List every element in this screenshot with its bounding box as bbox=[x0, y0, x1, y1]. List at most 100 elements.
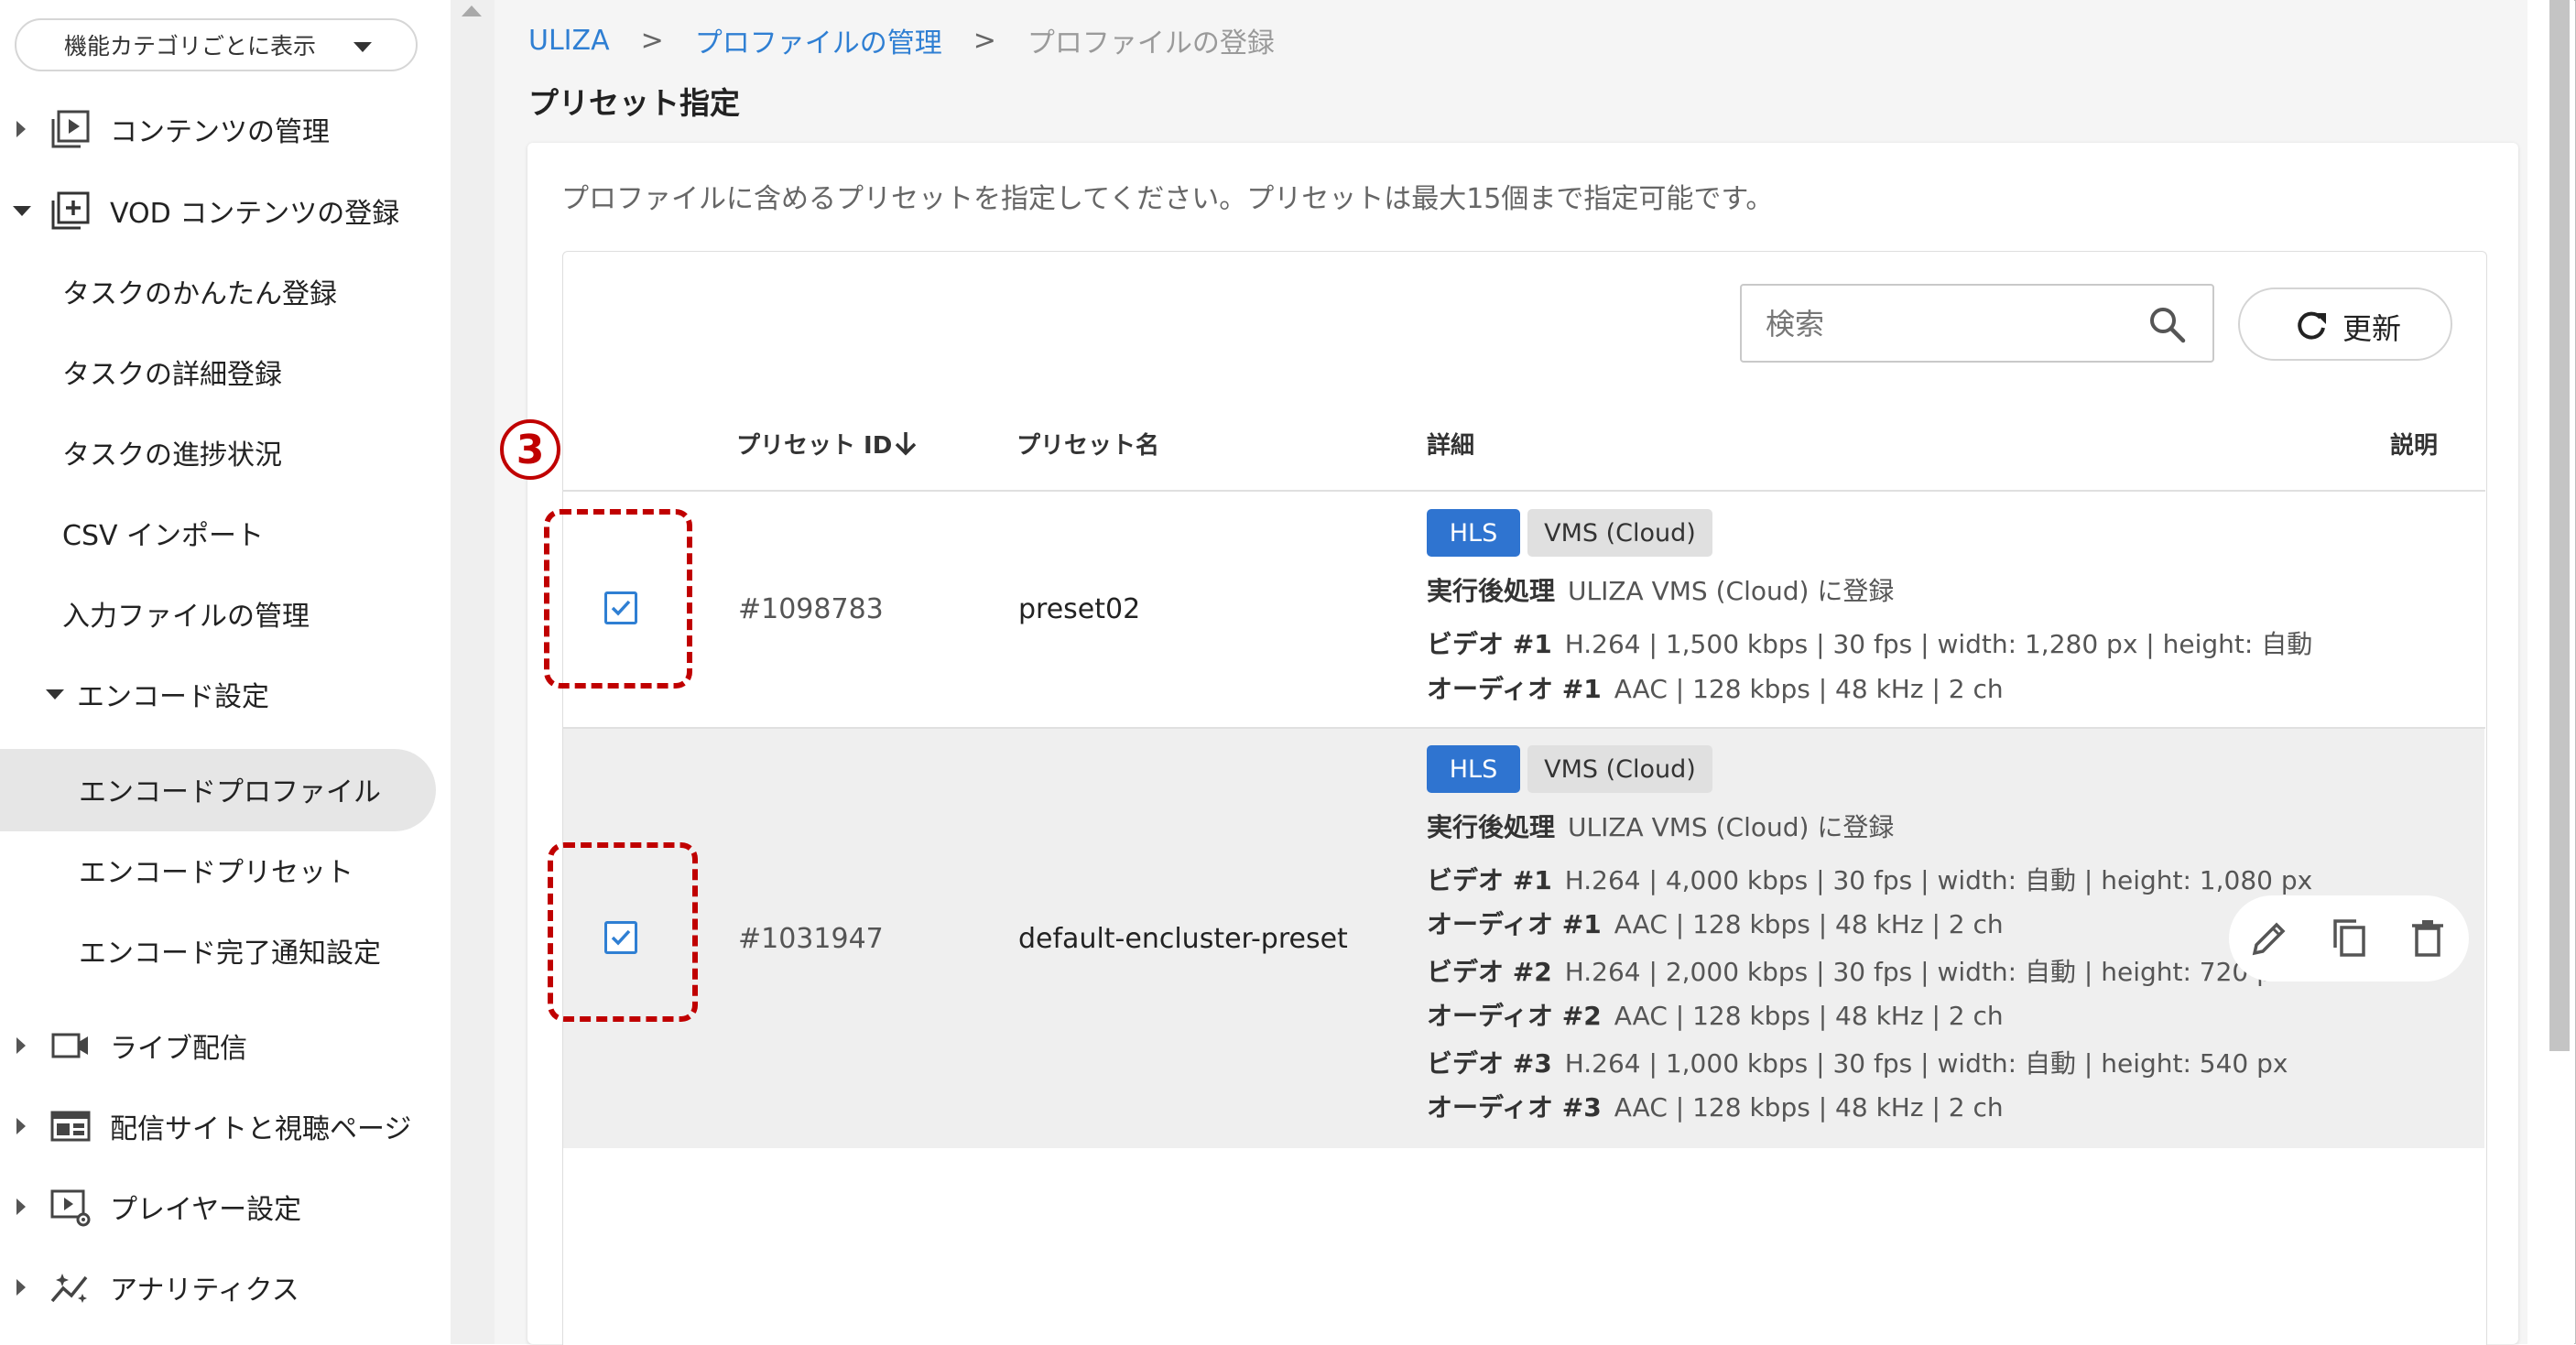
breadcrumb-separator: > bbox=[640, 24, 664, 57]
sidebar-scrollbar[interactable] bbox=[451, 0, 495, 1344]
sidebar-item-content-management[interactable]: コンテンツの管理 bbox=[0, 100, 451, 158]
sidebar-item-detailed-task[interactable]: タスクの詳細登録 bbox=[0, 342, 451, 401]
copy-icon[interactable] bbox=[2328, 917, 2370, 960]
detail-label: ビデオ #1 bbox=[1427, 629, 1552, 659]
sidebar-item-label: アナリティクス bbox=[110, 1274, 299, 1307]
highlight-box bbox=[548, 842, 698, 1022]
sidebar-item-label: タスクの進捗状況 bbox=[62, 439, 282, 472]
detail-value: H.264 | 1,000 kbps | 30 fps | width: 自動 … bbox=[1564, 1048, 2288, 1079]
detail-value: H.264 | 2,000 kbps | 30 fps | width: 自動 … bbox=[1564, 957, 2288, 987]
preset-name: preset02 bbox=[1018, 593, 1141, 625]
sidebar-item-label: タスクの詳細登録 bbox=[62, 359, 282, 391]
delete-icon[interactable] bbox=[2407, 917, 2449, 960]
sidebar-item-live[interactable]: ライブ配信 bbox=[0, 1016, 451, 1075]
row-actions bbox=[2229, 895, 2469, 982]
search-box bbox=[1740, 284, 2214, 363]
category-display-select[interactable]: 機能カテゴリごとに表示 bbox=[15, 18, 418, 71]
refresh-button[interactable]: 更新 bbox=[2238, 287, 2452, 361]
preset-id: #1098783 bbox=[738, 593, 884, 625]
sidebar-item-encode-settings[interactable]: エンコード設定 bbox=[0, 665, 451, 723]
breadcrumb-profile-management-link[interactable]: プロファイルの管理 bbox=[695, 20, 942, 60]
player-settings-icon bbox=[50, 1189, 91, 1227]
detail-label: ビデオ #3 bbox=[1427, 1048, 1552, 1079]
sidebar-item-label: エンコード完了通知設定 bbox=[79, 938, 381, 970]
detail-label: オーディオ #3 bbox=[1427, 1092, 1602, 1123]
search-input[interactable] bbox=[1764, 298, 2134, 350]
breadcrumb-home-link[interactable]: ULIZA bbox=[528, 25, 610, 57]
collapse-arrow-icon bbox=[46, 689, 64, 700]
refresh-icon bbox=[2298, 311, 2326, 340]
detail-label: ビデオ #1 bbox=[1427, 865, 1552, 895]
sidebar-item-label: CSV インポート bbox=[62, 520, 265, 552]
badge-vms-cloud: VMS (Cloud) bbox=[1527, 745, 1712, 793]
track-line: オーディオ #2 AAC | 128 kbps | 48 kHz | 2 ch bbox=[1427, 996, 2004, 1033]
search-icon[interactable] bbox=[2148, 306, 2187, 344]
sidebar-item-label: VOD コンテンツの登録 bbox=[110, 198, 400, 230]
scroll-up-arrow-icon[interactable] bbox=[462, 5, 482, 16]
detail-value: AAC | 128 kbps | 48 kHz | 2 ch bbox=[1614, 909, 2004, 939]
collapse-arrow-icon bbox=[13, 205, 31, 216]
track-line: オーディオ #1 AAC | 128 kbps | 48 kHz | 2 ch bbox=[1427, 669, 2004, 706]
sidebar-item-vod-register[interactable]: VOD コンテンツの登録 bbox=[0, 181, 451, 240]
content-library-icon bbox=[51, 110, 90, 148]
video-camera-icon bbox=[51, 1033, 88, 1058]
chevron-down-icon bbox=[353, 42, 372, 52]
track-line: オーディオ #1 AAC | 128 kbps | 48 kHz | 2 ch bbox=[1427, 905, 2004, 941]
sidebar-item-quick-task[interactable]: タスクのかんたん登録 bbox=[0, 262, 451, 320]
sidebar-item-encode-notify[interactable]: エンコード完了通知設定 bbox=[0, 921, 451, 980]
detail-label: オーディオ #2 bbox=[1427, 1001, 1602, 1031]
breadcrumb-separator: > bbox=[973, 24, 996, 57]
highlight-box bbox=[544, 509, 692, 689]
track-line: ビデオ #2 H.264 | 2,000 kbps | 30 fps | widt… bbox=[1427, 952, 2288, 989]
detail-value: ULIZA VMS (Cloud) に登録 bbox=[1568, 576, 1895, 606]
header-divider bbox=[562, 490, 2485, 492]
detail-label: オーディオ #1 bbox=[1427, 909, 1602, 939]
sidebar-item-label: ライブ配信 bbox=[110, 1033, 247, 1065]
track-line: ビデオ #1 H.264 | 4,000 kbps | 30 fps | widt… bbox=[1427, 861, 2312, 897]
detail-label: オーディオ #1 bbox=[1427, 674, 1602, 704]
sidebar-item-label: エンコード設定 bbox=[77, 681, 269, 713]
column-header-preset-name[interactable]: プリセット名 bbox=[1016, 427, 1159, 461]
sidebar-item-csv-import[interactable]: CSV インポート bbox=[0, 504, 451, 562]
post-process-line: 実行後処理 ULIZA VMS (Cloud) に登録 bbox=[1427, 571, 1894, 608]
sidebar-item-sites[interactable]: 配信サイトと視聴ページ bbox=[0, 1097, 451, 1155]
column-header-detail: 詳細 bbox=[1427, 432, 1475, 460]
badge-vms-cloud: VMS (Cloud) bbox=[1527, 509, 1712, 557]
detail-value: AAC | 128 kbps | 48 kHz | 2 ch bbox=[1614, 674, 2004, 704]
edit-icon[interactable] bbox=[2249, 917, 2291, 960]
column-header-preset-id[interactable]: プリセット ID bbox=[736, 427, 892, 461]
expand-arrow-icon bbox=[16, 1118, 26, 1134]
sidebar-item-player[interactable]: プレイヤー設定 bbox=[0, 1177, 451, 1236]
detail-value: AAC | 128 kbps | 48 kHz | 2 ch bbox=[1614, 1092, 2004, 1123]
sidebar-item-analytics[interactable]: アナリティクス bbox=[0, 1258, 451, 1317]
category-display-label: 機能カテゴリごとに表示 bbox=[64, 33, 317, 60]
detail-value: AAC | 128 kbps | 48 kHz | 2 ch bbox=[1614, 1001, 2004, 1031]
sidebar: 機能カテゴリごとに表示 コンテンツの管理 VOD コンテンツの登録 タスクのかん… bbox=[0, 0, 451, 1344]
add-box-icon bbox=[51, 191, 90, 230]
sidebar-item-input-files[interactable]: 入力ファイルの管理 bbox=[0, 584, 451, 643]
column-header-note: 説明 bbox=[2390, 432, 2439, 460]
track-line: ビデオ #3 H.264 | 1,000 kbps | 30 fps | widt… bbox=[1427, 1044, 2288, 1080]
sidebar-item-task-progress[interactable]: タスクの進捗状況 bbox=[0, 423, 451, 482]
detail-value: H.264 | 4,000 kbps | 30 fps | width: 自動 … bbox=[1564, 865, 2313, 895]
web-layout-icon bbox=[50, 1111, 91, 1142]
expand-arrow-icon bbox=[16, 1037, 26, 1054]
track-line: ビデオ #1 H.264 | 1,500 kbps | 30 fps | widt… bbox=[1427, 624, 2312, 661]
detail-value: H.264 | 1,500 kbps | 30 fps | width: 1,2… bbox=[1564, 629, 2313, 659]
preset-name: default-encluster-preset bbox=[1018, 923, 1348, 955]
sidebar-item-label: エンコードプロファイル bbox=[79, 776, 381, 808]
detail-value: ULIZA VMS (Cloud) に登録 bbox=[1568, 812, 1895, 842]
sidebar-item-encode-preset[interactable]: エンコードプリセット bbox=[0, 841, 451, 899]
sidebar-item-label: タスクのかんたん登録 bbox=[62, 278, 337, 310]
badge-hls: HLS bbox=[1427, 509, 1520, 557]
sort-arrow-down-icon[interactable] bbox=[892, 428, 919, 458]
main-scrollbar-thumb[interactable] bbox=[2549, 0, 2570, 1051]
detail-label: 実行後処理 bbox=[1427, 812, 1556, 842]
detail-label: 実行後処理 bbox=[1427, 576, 1556, 606]
analytics-icon bbox=[50, 1274, 88, 1303]
card-description: プロファイルに含めるプリセットを指定してください。プリセットは最大15個まで指定… bbox=[561, 183, 1774, 215]
sidebar-item-label: コンテンツの管理 bbox=[110, 116, 330, 148]
step-number-annotation: 3 bbox=[500, 419, 560, 480]
sidebar-item-encode-profile[interactable]: エンコードプロファイル bbox=[0, 760, 451, 819]
badge-hls: HLS bbox=[1427, 745, 1520, 793]
